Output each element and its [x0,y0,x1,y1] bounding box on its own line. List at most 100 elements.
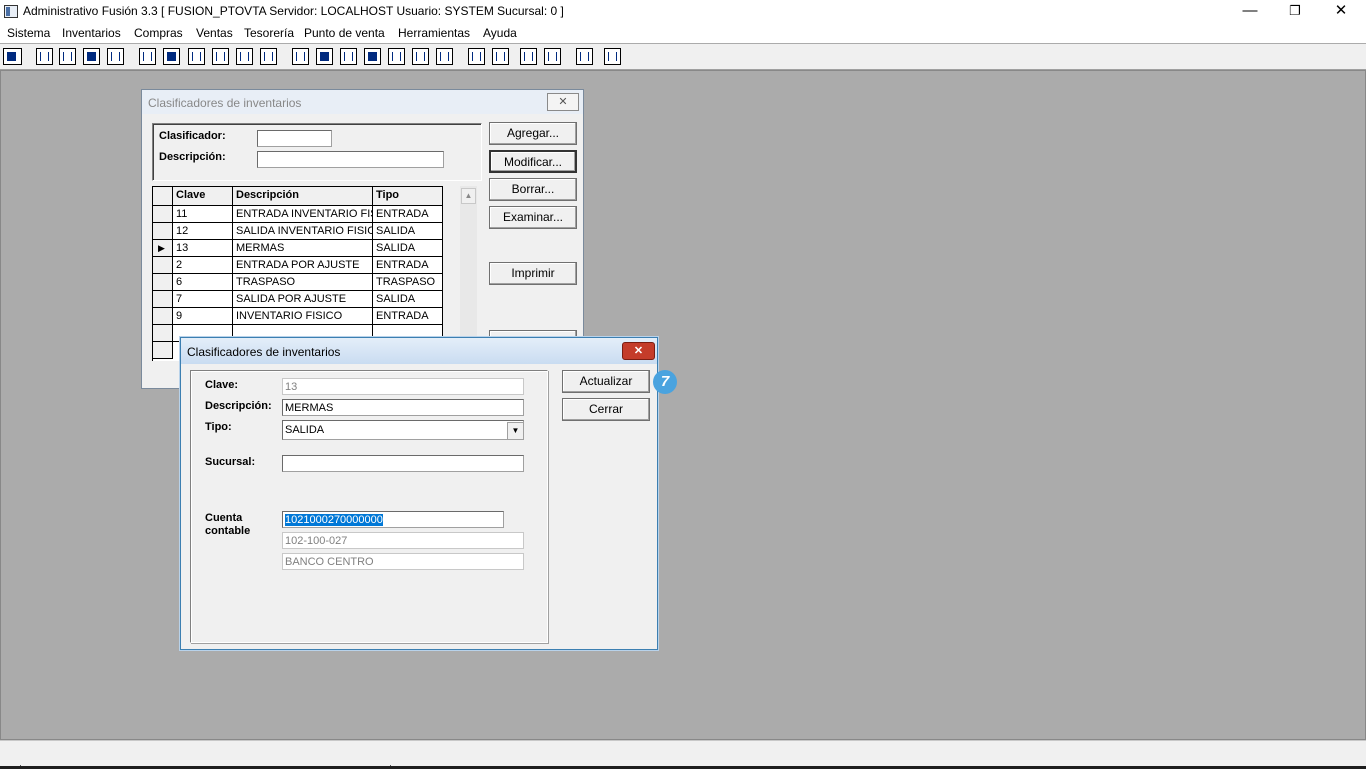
table-row-descripcion[interactable]: ENTRADA POR AJUSTE [233,257,373,274]
tipo-select-value: SALIDA [285,424,325,436]
grid-corner [153,187,173,206]
tipo-label: Tipo: [205,421,232,433]
menu-ventas[interactable]: Ventas [196,26,233,40]
column-header-tipo[interactable]: Tipo [373,187,443,206]
list-icon[interactable] [260,48,277,65]
table-row-tipo[interactable]: SALIDA [373,240,443,257]
table-row-tipo[interactable]: SALIDA [373,223,443,240]
table-row-clave[interactable]: 9 [173,308,233,325]
row-selector[interactable] [153,206,173,223]
table-row-descripcion[interactable]: INVENTARIO FISICO [233,308,373,325]
table-row-descripcion[interactable]: SALIDA INVENTARIO FISICO [233,223,373,240]
table-row-descripcion[interactable]: SALIDA POR AJUSTE [233,291,373,308]
home-icon[interactable] [468,48,485,65]
menu-ayuda[interactable]: Ayuda [483,26,517,40]
table-row-descripcion[interactable]: ENTRADA INVENTARIO FISICO [233,206,373,223]
box-icon[interactable] [316,48,333,65]
table-icon[interactable] [436,48,453,65]
table-row-clave[interactable]: 6 [173,274,233,291]
clasificadores-grid[interactable]: Clave Descripción Tipo 11 ENTRADA INVENT… [152,186,443,361]
table-row-clave[interactable]: 11 [173,206,233,223]
dollar-icon[interactable] [388,48,405,65]
close-button[interactable]: ✕ [1318,0,1364,23]
grid-scrollbar[interactable]: ▲ [460,186,477,360]
row-selector[interactable] [153,223,173,240]
menu-tesoreria[interactable]: Tesorería [244,26,294,40]
app-icon [4,5,18,18]
sucursal-field[interactable] [282,455,524,472]
export-icon[interactable] [340,48,357,65]
edit-dialog-close-button[interactable]: ✕ [622,342,655,360]
chevron-down-icon[interactable]: ▼ [507,422,524,440]
row-selector[interactable] [153,274,173,291]
transfer-icon[interactable] [83,48,100,65]
descripcion-filter-input[interactable] [257,151,444,168]
cuenta-nombre-field: BANCO CENTRO [282,553,524,570]
scroll-up-icon[interactable]: ▲ [461,188,476,204]
zoom-icon[interactable] [492,48,509,65]
column-header-descripcion[interactable]: Descripción [233,187,373,206]
table-row-clave[interactable]: 2 [173,257,233,274]
menu-sistema[interactable]: Sistema [7,26,50,40]
filter-frame: Clasificador: Descripción: [152,123,482,181]
row-selector[interactable] [153,291,173,308]
menu-compras[interactable]: Compras [134,26,183,40]
actualizar-button[interactable]: Actualizar [562,370,650,393]
help-icon[interactable] [604,48,621,65]
cuenta-contable-selected-text: 1021000270000000 [285,514,383,526]
edit-form-frame: Clave: 13 Descripción: MERMAS Tipo: SALI… [190,370,548,643]
modificar-button[interactable]: Modificar... [489,150,577,173]
agregar-button[interactable]: Agregar... [489,122,577,145]
minimize-button[interactable]: — [1227,0,1273,23]
row-selector[interactable] [153,342,173,359]
restore-button[interactable]: ❐ [1272,0,1318,23]
menu-inventarios[interactable]: Inventarios [62,26,121,40]
table-row-clave[interactable]: 13 [173,240,233,257]
imprimir-button[interactable]: Imprimir [489,262,577,285]
table-row-tipo[interactable]: ENTRADA [373,206,443,223]
cuenta-contable-input[interactable]: 1021000270000000 [282,511,504,528]
report-icon[interactable] [412,48,429,65]
borrar-button[interactable]: Borrar... [489,178,577,201]
undo-icon[interactable] [544,48,561,65]
add-icon[interactable] [364,48,381,65]
document-icon[interactable] [236,48,253,65]
copy-icon[interactable] [36,48,53,65]
search-icon[interactable] [107,48,124,65]
refresh-icon[interactable] [520,48,537,65]
descripcion-field[interactable]: MERMAS [282,399,524,416]
user-icon[interactable] [139,48,156,65]
folder-icon[interactable] [163,48,180,65]
tipo-select[interactable]: SALIDA [282,420,524,440]
menu-punto-de-venta[interactable]: Punto de venta [304,26,385,40]
cuenta-label-line2: contable [205,525,251,537]
table-row-tipo[interactable]: TRASPASO [373,274,443,291]
calculator-icon[interactable] [3,48,22,65]
table-row-tipo[interactable]: ENTRADA [373,257,443,274]
table-row-descripcion[interactable]: TRASPASO [233,274,373,291]
clave-field: 13 [282,378,524,395]
table-row-tipo[interactable]: SALIDA [373,291,443,308]
table-row-tipo[interactable]: ENTRADA [373,308,443,325]
column-header-clave[interactable]: Clave [173,187,233,206]
current-row-marker[interactable]: ▶ [153,240,173,257]
row-selector[interactable] [153,325,173,342]
row-selector[interactable] [153,308,173,325]
clasificador-input[interactable] [257,130,332,147]
descripcion-label: Descripción: [205,400,272,412]
back-arrow-icon[interactable] [576,48,593,65]
table-row-clave[interactable]: 12 [173,223,233,240]
row-selector[interactable] [153,257,173,274]
table-row-descripcion[interactable]: MERMAS [233,240,373,257]
print-in-icon[interactable] [188,48,205,65]
print-out-icon[interactable] [212,48,229,65]
examinar-button[interactable]: Examinar... [489,206,577,229]
cerrar-button[interactable]: Cerrar [562,398,650,421]
table-row-clave[interactable]: 7 [173,291,233,308]
edit-dialog-title: Clasificadores de inventarios [187,345,341,359]
cuenta-codigo-field: 102-100-027 [282,532,524,549]
clasificadores-close-button[interactable]: ✕ [547,93,579,111]
users-icon[interactable] [292,48,309,65]
paste-icon[interactable] [59,48,76,65]
menu-herramientas[interactable]: Herramientas [398,26,470,40]
